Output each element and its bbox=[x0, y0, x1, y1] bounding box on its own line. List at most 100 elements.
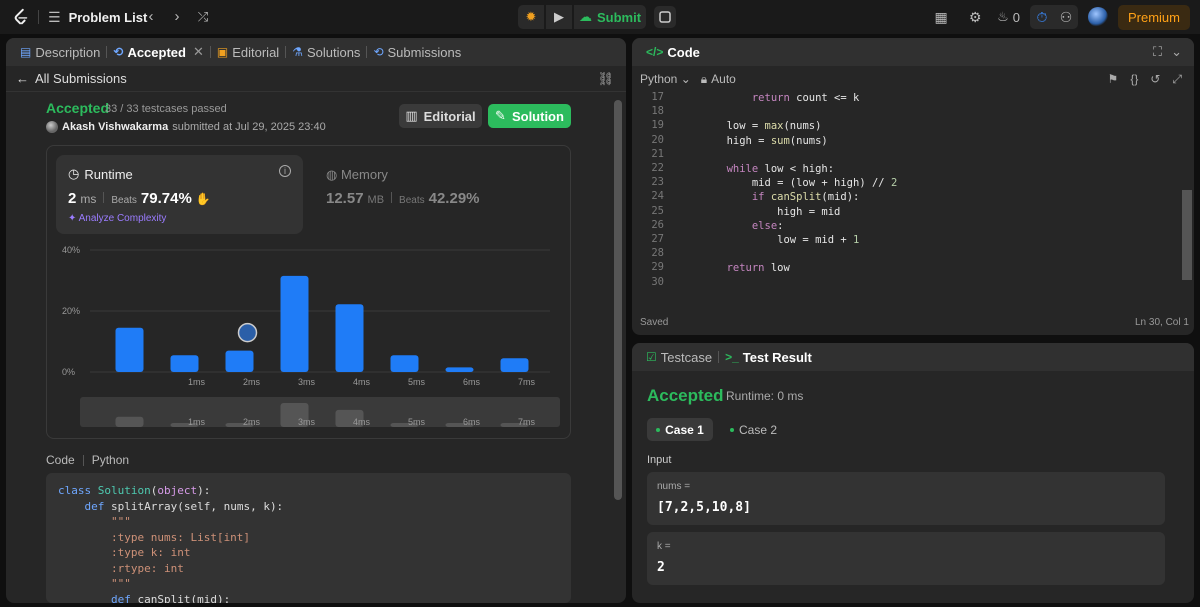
chart-bar bbox=[445, 367, 474, 372]
code-tabbar: </> Code ⛶ ⌄ bbox=[632, 38, 1194, 66]
line-number: 24 bbox=[651, 190, 664, 203]
x-tick-label: 3ms bbox=[298, 377, 316, 387]
fire-icon: ♨ bbox=[997, 9, 1009, 24]
notes-button[interactable] bbox=[654, 6, 676, 28]
input-nums: nums = [7,2,5,10,8] bbox=[647, 472, 1165, 525]
description-icon: ▤ bbox=[20, 45, 32, 59]
line-number: 23 bbox=[651, 176, 664, 189]
user-avatar[interactable] bbox=[1087, 7, 1108, 27]
play-icon: ▶ bbox=[554, 9, 564, 24]
y-tick-label: 0% bbox=[62, 367, 75, 377]
run-button[interactable]: ▶ bbox=[546, 5, 572, 29]
fullscreen-icon[interactable]: ⤢ bbox=[1172, 72, 1182, 87]
tab-code[interactable]: </> Code bbox=[640, 38, 706, 66]
submitted-code: class Solution(object): def splitArray(s… bbox=[46, 473, 571, 603]
nav-right: ▦ ⚙ ♨ 0 ⏱ ⚇ Premium bbox=[929, 4, 1190, 30]
cloud-upload-icon: ☁ bbox=[578, 9, 592, 24]
close-tab-icon[interactable]: ✕ bbox=[193, 44, 204, 60]
top-nav: ☰ Problem List ‹ › ⤮ ✹ ▶ ☁ Submit ▦ ⚙ ♨ … bbox=[0, 0, 1200, 34]
line-number: 18 bbox=[651, 105, 664, 118]
line-number: 29 bbox=[651, 261, 664, 274]
line-number: 30 bbox=[651, 275, 664, 288]
history-icon: ⟲ bbox=[113, 45, 124, 59]
editor-scrollbar[interactable] bbox=[1182, 190, 1192, 280]
code-icon: </> bbox=[646, 45, 664, 59]
timer-icon[interactable]: ⏱ bbox=[1030, 5, 1054, 29]
note-icon bbox=[659, 11, 671, 23]
next-problem-icon[interactable]: › bbox=[168, 8, 186, 26]
tab-accepted[interactable]: ⟲ Accepted ✕ bbox=[107, 38, 210, 66]
code-line: return count <= k bbox=[751, 92, 860, 104]
left-tabbar: ▤ Description ⟲ Accepted ✕ ▣ Editorial ⚗ Solu… bbox=[6, 38, 626, 66]
navigator-bar bbox=[115, 416, 144, 427]
code-line: mid = (low + high) // 2 bbox=[676, 177, 898, 190]
user-avatar-marker bbox=[237, 322, 258, 343]
book-icon: ▣ bbox=[216, 45, 229, 59]
link-icon[interactable]: ⛓ bbox=[597, 71, 614, 87]
code-line: else: bbox=[751, 219, 784, 232]
tab-test-result[interactable]: >_ Test Result bbox=[719, 343, 818, 371]
tab-editorial[interactable]: ▣ Editorial bbox=[211, 38, 285, 66]
tab-testcase[interactable]: ☑ Testcase bbox=[640, 343, 718, 371]
navigator-label: 6ms bbox=[463, 417, 481, 427]
problem-list-link[interactable]: ☰ Problem List bbox=[48, 9, 147, 26]
flask-icon: ⚗ bbox=[292, 45, 303, 59]
input-label: Input bbox=[647, 454, 672, 466]
code-line: if canSplit(mid): bbox=[751, 191, 860, 204]
range-navigator bbox=[80, 397, 560, 427]
line-number: 21 bbox=[651, 147, 664, 160]
chart-bar bbox=[170, 355, 199, 372]
case-1-tab[interactable]: Case 1 bbox=[647, 418, 713, 441]
checkbox-icon: ☑ bbox=[646, 350, 657, 364]
case-2-tab[interactable]: Case 2 bbox=[730, 418, 777, 441]
result-tabbar: ☑ Testcase >_ Test Result bbox=[632, 343, 1194, 371]
leetcode-logo-icon[interactable] bbox=[12, 8, 30, 26]
premium-button[interactable]: Premium bbox=[1117, 4, 1190, 30]
add-friend-icon[interactable]: ⚇ bbox=[1054, 5, 1078, 29]
nav-divider bbox=[38, 10, 39, 24]
arrow-left-icon[interactable]: ← bbox=[16, 71, 29, 86]
shuffle-icon[interactable]: ⤮ bbox=[194, 8, 212, 26]
debug-button[interactable]: ✹ bbox=[518, 5, 544, 29]
tab-submissions[interactable]: ⟲ Submissions bbox=[367, 38, 467, 66]
x-tick-label: 2ms bbox=[243, 377, 261, 387]
bug-icon: ✹ bbox=[525, 9, 537, 24]
line-number: 22 bbox=[651, 162, 664, 174]
line-number: 25 bbox=[651, 204, 664, 217]
chevron-down-icon: ⌄ bbox=[680, 72, 691, 86]
result-runtime: Runtime: 0 ms bbox=[726, 389, 804, 403]
x-tick-label: 7ms bbox=[518, 377, 536, 387]
navigator-label: 1ms bbox=[188, 417, 206, 427]
braces-icon[interactable]: {} bbox=[1130, 72, 1138, 87]
x-tick-label: 1ms bbox=[188, 377, 206, 387]
x-tick-label: 5ms bbox=[408, 377, 426, 387]
bookmark-icon[interactable]: ⚑ bbox=[1108, 72, 1119, 87]
layout-grid-icon[interactable]: ▦ bbox=[929, 5, 953, 29]
tab-description[interactable]: ▤ Description bbox=[14, 38, 106, 66]
submit-button[interactable]: ☁ Submit bbox=[574, 5, 646, 29]
chart-bar bbox=[115, 327, 144, 372]
tab-solutions[interactable]: ⚗ Solutions bbox=[286, 38, 366, 66]
result-status: Accepted bbox=[647, 386, 724, 405]
code-line: high = mid bbox=[676, 205, 841, 218]
editor-toolbar: Python ⌄ 🔒︎ Auto ⚑ {} ↺ ⤢ bbox=[632, 66, 1194, 92]
prev-problem-icon[interactable]: ‹ bbox=[142, 8, 160, 26]
chart-bar bbox=[390, 355, 419, 372]
panel-menu-icon[interactable]: ⌄ bbox=[1171, 44, 1182, 60]
code-editor[interactable]: 17 return count <= k 18 19 low = max(nums)… bbox=[0, 88, 897, 298]
settings-gear-icon[interactable]: ⚙ bbox=[963, 5, 987, 29]
chart-bar bbox=[335, 304, 364, 372]
list-icon: ☰ bbox=[48, 9, 61, 25]
auto-mode[interactable]: Auto bbox=[711, 72, 736, 86]
chart-bar bbox=[500, 358, 529, 372]
code-section-header: Code Python bbox=[46, 453, 130, 467]
line-number: 28 bbox=[651, 247, 664, 260]
code-line: low = max(nums) bbox=[676, 120, 822, 133]
language-select[interactable]: Python ⌄ bbox=[640, 72, 691, 86]
code-line: low = mid + 1 bbox=[676, 234, 860, 246]
navigator-label: 4ms bbox=[353, 417, 371, 427]
maximize-icon[interactable]: ⛶ bbox=[1153, 44, 1162, 60]
code-line: return low bbox=[726, 262, 790, 275]
streak-counter[interactable]: ♨ 0 bbox=[997, 9, 1020, 25]
reset-icon[interactable]: ↺ bbox=[1150, 72, 1160, 87]
